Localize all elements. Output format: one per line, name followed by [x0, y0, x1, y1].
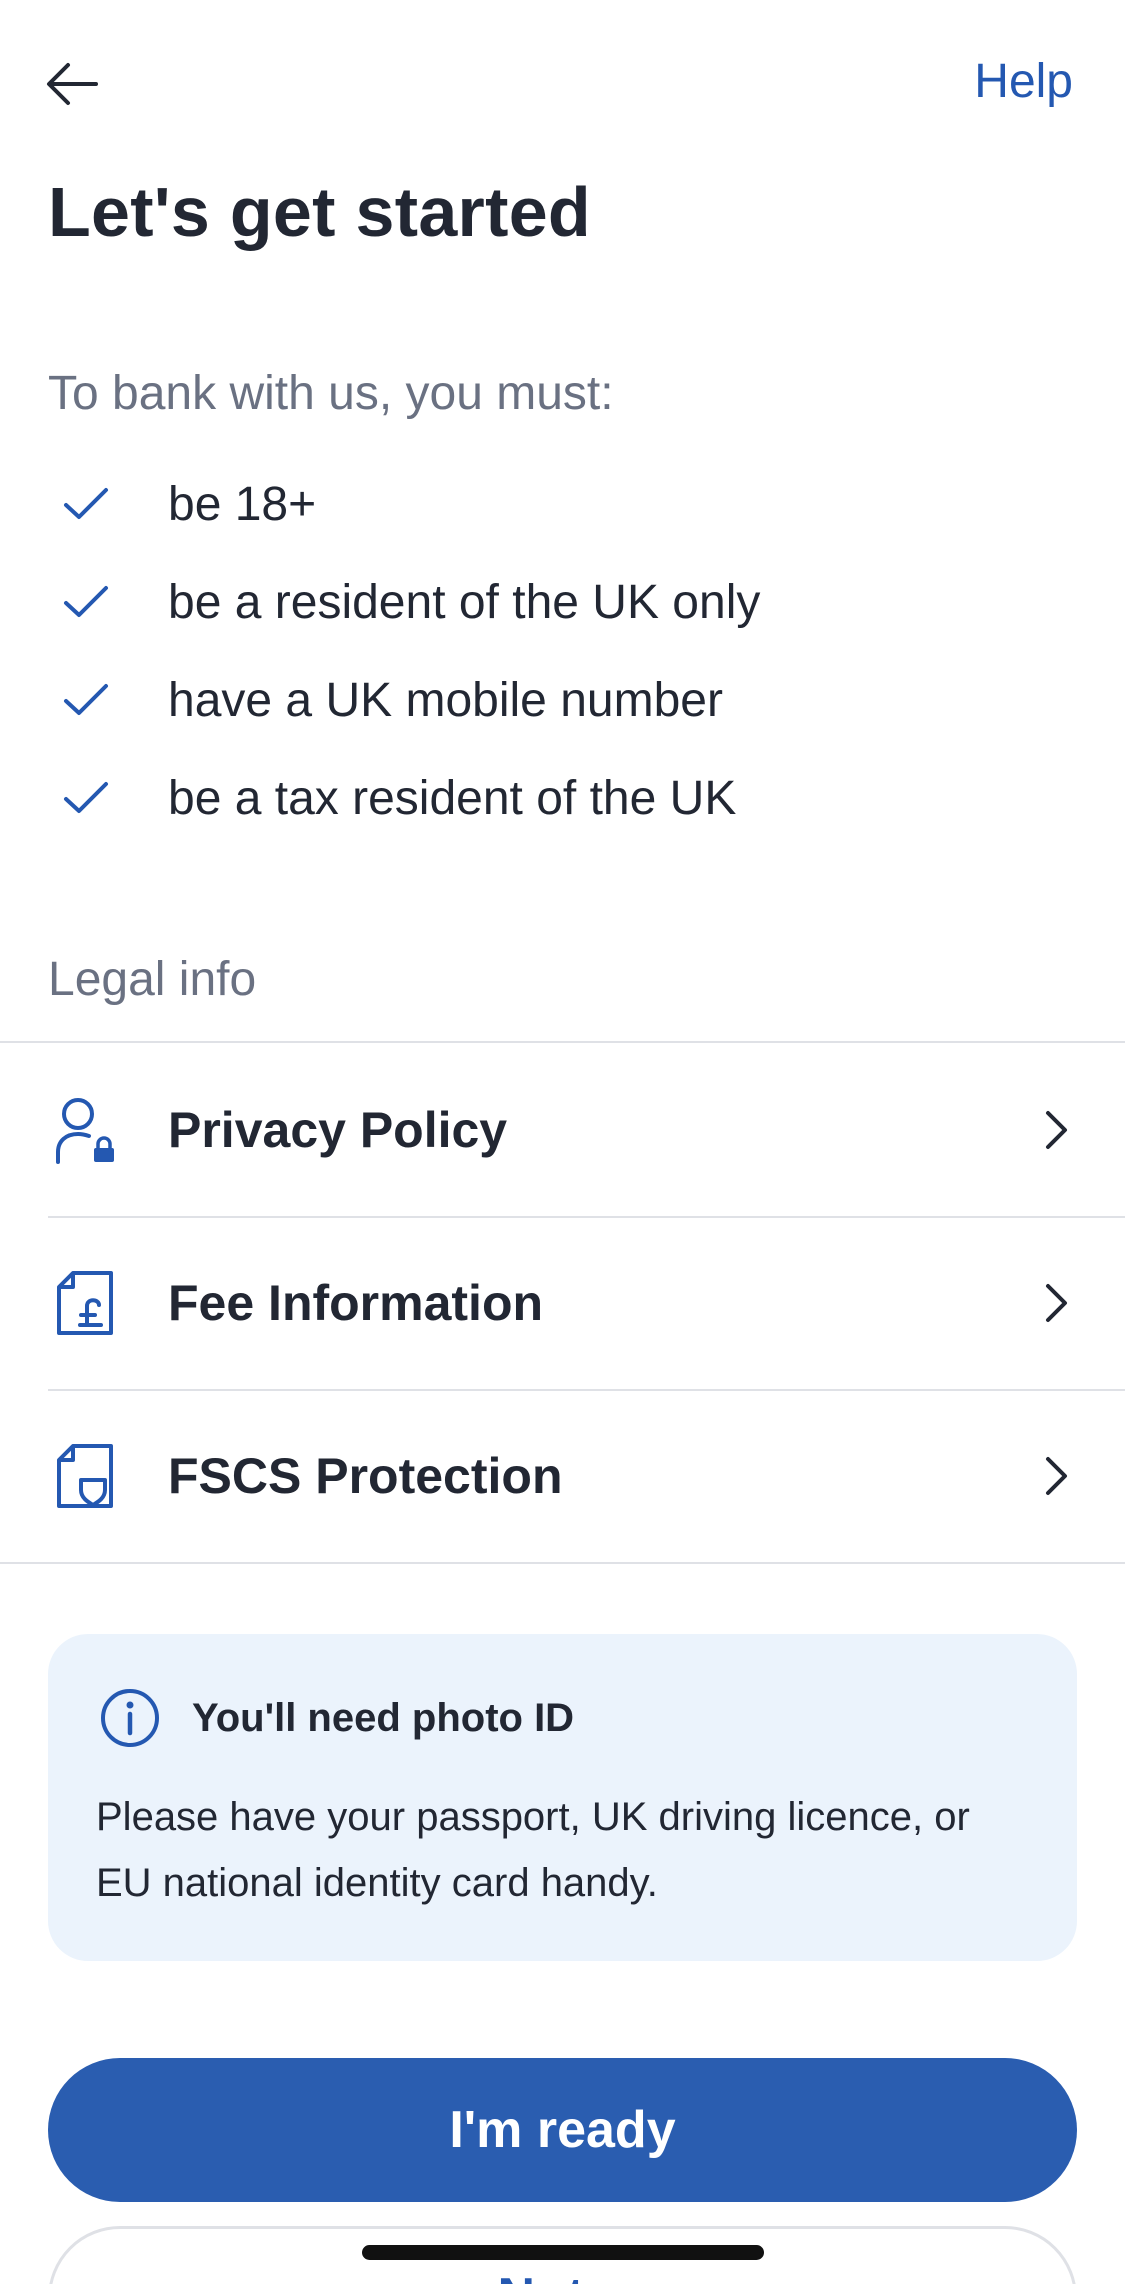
page-title: Let's get started [48, 173, 591, 251]
legal-item-label: Privacy Policy [168, 1101, 508, 1158]
legal-item-label: Fee Information [168, 1274, 544, 1331]
top-bar: Help [0, 0, 1125, 170]
legal-item-privacy-policy[interactable]: Privacy Policy [0, 1043, 1125, 1216]
chevron-right-icon [1037, 1278, 1077, 1328]
info-icon [101, 1689, 159, 1747]
legal-item-label: FSCS Protection [168, 1447, 563, 1504]
onboarding-screen: Help Let's get started To bank with us, … [0, 0, 1125, 2284]
legal-item-fee-information[interactable]: Fee Information [0, 1216, 1125, 1389]
requirements-list: be 18+ be a resident of the UK only have… [0, 455, 1125, 847]
check-icon [58, 672, 114, 728]
document-shield-icon [52, 1441, 118, 1511]
check-icon [58, 770, 114, 826]
chevron-right-icon [1037, 1451, 1077, 1501]
legal-info-list: Privacy Policy Fee Information FSCS Prot… [0, 1041, 1125, 1564]
check-icon [58, 476, 114, 532]
info-card-body: Please have your passport, UK driving li… [96, 1795, 970, 1905]
arrow-left-icon [47, 63, 98, 105]
legal-item-fscs-protection[interactable]: FSCS Protection [0, 1389, 1125, 1562]
info-card-title: You'll need photo ID [192, 1696, 575, 1740]
requirements-intro: To bank with us, you must: [48, 367, 614, 420]
requirement-label: be 18+ [168, 477, 317, 531]
requirement-item: have a UK mobile number [0, 651, 1125, 749]
im-ready-button[interactable]: I'm ready [48, 2058, 1077, 2202]
legal-info-heading: Legal info [48, 953, 257, 1006]
document-pound-icon [52, 1268, 118, 1338]
requirement-item: be a tax resident of the UK [0, 749, 1125, 847]
check-icon [58, 574, 114, 630]
requirement-item: be a resident of the UK only [0, 553, 1125, 651]
help-link[interactable]: Help [974, 54, 1073, 109]
back-button[interactable] [40, 52, 104, 116]
person-lock-icon [52, 1095, 118, 1165]
photo-id-info-card: You'll need photo ID Please have your pa… [48, 1634, 1077, 1961]
secondary-button-label: Not... [498, 2267, 628, 2284]
chevron-right-icon [1037, 1105, 1077, 1155]
home-indicator [362, 2245, 764, 2260]
requirement-label: be a resident of the UK only [168, 575, 761, 629]
requirement-label: be a tax resident of the UK [168, 771, 737, 825]
requirement-item: be 18+ [0, 455, 1125, 553]
requirement-label: have a UK mobile number [168, 673, 723, 727]
